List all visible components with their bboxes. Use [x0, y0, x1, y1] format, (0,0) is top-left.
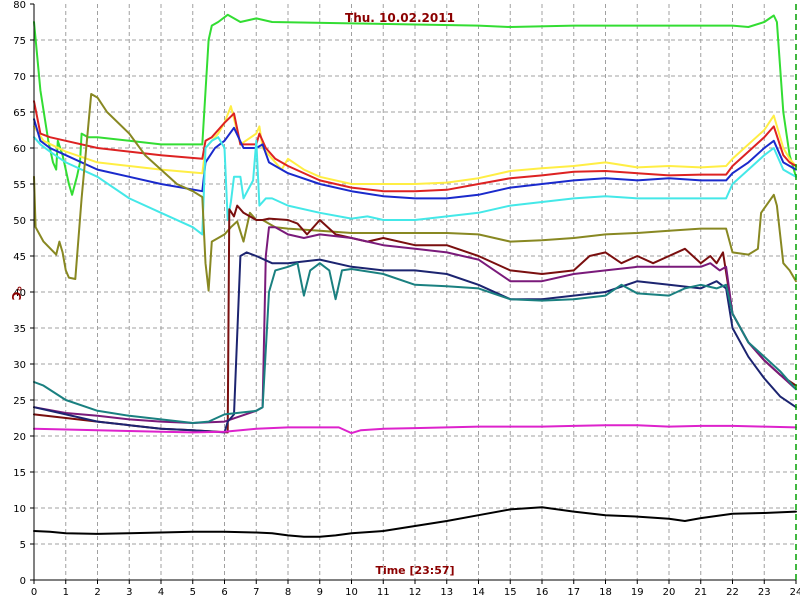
- chart-title: Thu. 10.02.2011: [345, 11, 455, 25]
- y-tick-label: 75: [13, 36, 26, 47]
- x-tick-label: 11: [377, 587, 390, 598]
- y-tick-label: 45: [13, 252, 26, 263]
- x-tick-label: 1: [63, 587, 69, 598]
- x-tick-label: 15: [504, 587, 517, 598]
- x-tick-label: 9: [317, 587, 323, 598]
- y-tick-label: 25: [13, 396, 26, 407]
- x-tick-label: 4: [158, 587, 164, 598]
- y-tick-label: 5: [20, 540, 26, 551]
- x-tick-label: 14: [472, 587, 485, 598]
- x-tick-label: 5: [190, 587, 196, 598]
- chart: 0 1 2 3 4 5 6 7 8 9 10 11 12 13 14 15 16 17 18 19 20 21 22 23 24…: [0, 0, 800, 600]
- y-tick-label: 35: [13, 324, 26, 335]
- y-tick-label: 30: [13, 360, 26, 371]
- x-tick-label: 12: [409, 587, 422, 598]
- x-tick-label: 10: [345, 587, 358, 598]
- y-tick-label: 55: [13, 180, 26, 191]
- x-tick-label: 24: [790, 587, 800, 598]
- x-tick-label: 6: [221, 587, 227, 598]
- x-tick-label: 8: [285, 587, 291, 598]
- y-tick-label: 20: [13, 432, 26, 443]
- x-tick-label: 22: [726, 587, 739, 598]
- x-tick-label: 13: [440, 587, 453, 598]
- y-tick-label: 10: [13, 504, 26, 515]
- y-tick-label: 60: [13, 144, 26, 155]
- x-tick-label: 19: [631, 587, 644, 598]
- x-tick-label: 0: [31, 587, 37, 598]
- x-tick-label: 7: [253, 587, 259, 598]
- x-tick-label: 20: [663, 587, 676, 598]
- x-tick-label: 17: [567, 587, 580, 598]
- chart-background: [0, 0, 800, 600]
- y-axis-label: °C: [9, 286, 23, 301]
- y-tick-label: 65: [13, 108, 26, 119]
- y-tick-label: 15: [13, 468, 26, 479]
- y-tick-label: 50: [13, 216, 26, 227]
- y-tick-label: 80: [13, 0, 26, 11]
- x-tick-label: 2: [94, 587, 100, 598]
- line-chart: 0 1 2 3 4 5 6 7 8 9 10 11 12 13 14 15 16 17 18 19 20 21 22 23 24…: [0, 0, 800, 600]
- x-axis-label: Time [23:57]: [375, 564, 454, 577]
- x-tick-label: 3: [126, 587, 132, 598]
- x-tick-label: 16: [536, 587, 549, 598]
- y-tick-label: 70: [13, 72, 26, 83]
- x-tick-label: 23: [758, 587, 771, 598]
- x-tick-label: 18: [599, 587, 612, 598]
- y-tick-label: 0: [20, 576, 26, 587]
- x-tick-label: 21: [694, 587, 707, 598]
